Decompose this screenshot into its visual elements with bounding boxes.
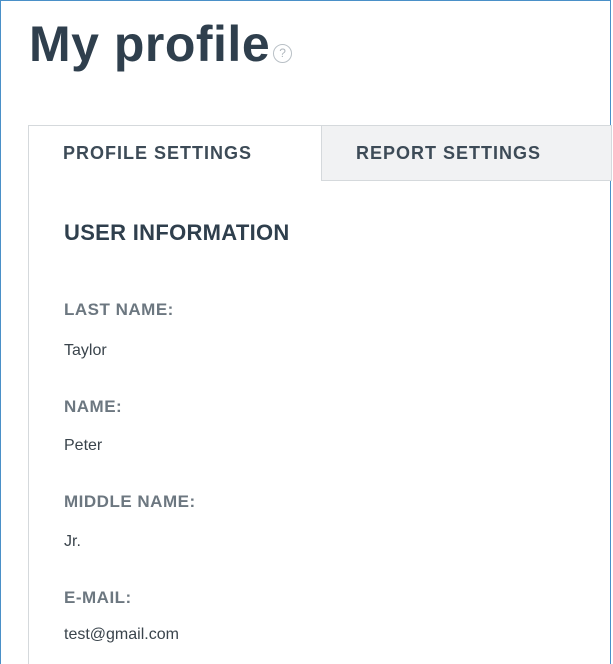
section-title: USER INFORMATION	[64, 220, 290, 245]
profile-settings-panel: USER INFORMATION LAST NAME: Taylor NAME:…	[28, 180, 612, 664]
page-header: My profile ?	[29, 16, 293, 72]
help-icon[interactable]: ?	[273, 44, 293, 63]
tab-bar: PROFILE SETTINGS REPORT SETTINGS	[28, 125, 612, 181]
last-name-label: LAST NAME:	[64, 300, 174, 319]
name-label: NAME:	[64, 397, 123, 416]
middle-name-value: Jr.	[64, 533, 81, 550]
email-label: E-MAIL:	[64, 588, 132, 607]
window-frame: My profile ? PROFILE SETTINGS REPORT SET…	[0, 0, 612, 664]
tab-report-settings[interactable]: REPORT SETTINGS	[322, 125, 612, 181]
email-value: test@gmail.com	[64, 626, 179, 643]
tab-label: PROFILE SETTINGS	[63, 143, 253, 163]
middle-name-label: MIDDLE NAME:	[64, 492, 196, 511]
tab-label: REPORT SETTINGS	[356, 142, 542, 163]
page-title: My profile	[29, 16, 271, 72]
last-name-value: Taylor	[64, 342, 107, 359]
name-value: Peter	[64, 437, 103, 454]
tab-profile-settings[interactable]: PROFILE SETTINGS	[28, 125, 322, 181]
